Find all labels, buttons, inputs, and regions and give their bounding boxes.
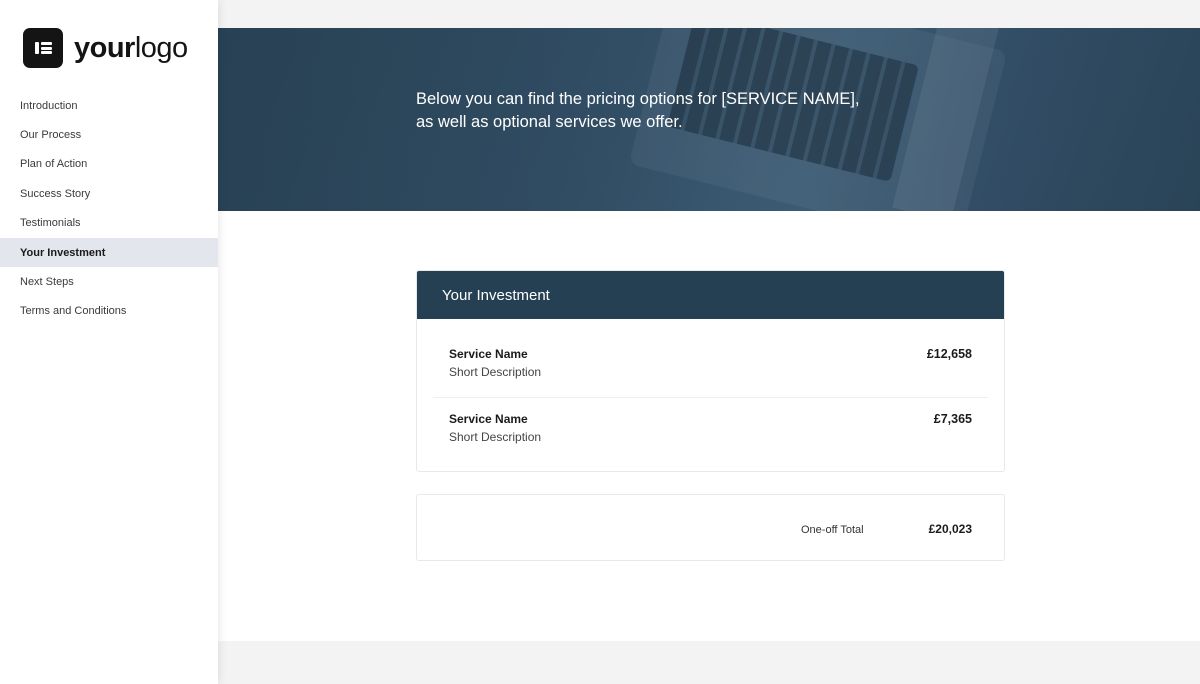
logo-mark-icon	[23, 28, 63, 68]
investment-header: Your Investment	[417, 271, 1004, 319]
hero-line-2: as well as optional services we offer.	[416, 113, 683, 131]
sidebar-item-label: Testimonials	[20, 217, 81, 230]
total-card: One-off Total £20,023	[416, 494, 1005, 561]
sidebar-nav: Introduction Our Process Plan of Action …	[0, 91, 218, 326]
hero-line-1: Below you can find the pricing options f…	[416, 90, 860, 108]
sidebar-item-plan-of-action[interactable]: Plan of Action	[0, 150, 218, 179]
sidebar-item-introduction[interactable]: Introduction	[0, 91, 218, 120]
sidebar-item-success-story[interactable]: Success Story	[0, 179, 218, 208]
hero-banner: Below you can find the pricing options f…	[218, 28, 1200, 211]
service-name: Service Name	[449, 412, 528, 426]
service-name: Service Name	[449, 347, 528, 361]
sidebar-item-label: Terms and Conditions	[20, 305, 127, 318]
sidebar-item-label: Success Story	[20, 187, 91, 200]
sidebar-item-label: Your Investment	[20, 246, 106, 259]
hero-intro-text: Below you can find the pricing options f…	[416, 88, 936, 134]
sidebar-item-next-steps[interactable]: Next Steps	[0, 267, 218, 296]
sidebar-item-our-process[interactable]: Our Process	[0, 120, 218, 149]
footer-band	[218, 641, 1200, 684]
investment-title: Your Investment	[442, 286, 550, 304]
logo-wordmark: yourlogo	[74, 32, 188, 64]
investment-card: Your Investment Service Name Short Descr…	[416, 270, 1005, 472]
service-price: £12,658	[926, 347, 972, 361]
total-label: One-off Total	[801, 524, 864, 536]
logo[interactable]: yourlogo	[23, 28, 188, 68]
sidebar-item-testimonials[interactable]: Testimonials	[0, 209, 218, 238]
total-value: £20,023	[928, 522, 972, 536]
sidebar-item-label: Our Process	[20, 129, 82, 142]
service-description: Short Description	[449, 430, 542, 444]
service-price: £7,365	[933, 412, 972, 426]
service-description: Short Description	[449, 365, 542, 379]
sidebar-item-label: Introduction	[20, 99, 78, 112]
sidebar-item-label: Next Steps	[20, 276, 74, 289]
sidebar-item-terms-and-conditions[interactable]: Terms and Conditions	[0, 297, 218, 326]
line-item: Service Name Short Description £12,658	[433, 319, 988, 383]
line-item: Service Name Short Description £7,365	[433, 397, 988, 461]
sidebar-item-label: Plan of Action	[20, 158, 88, 171]
sidebar: yourlogo Introduction Our Process Plan o…	[0, 0, 218, 684]
sidebar-item-your-investment[interactable]: Your Investment	[0, 237, 218, 268]
